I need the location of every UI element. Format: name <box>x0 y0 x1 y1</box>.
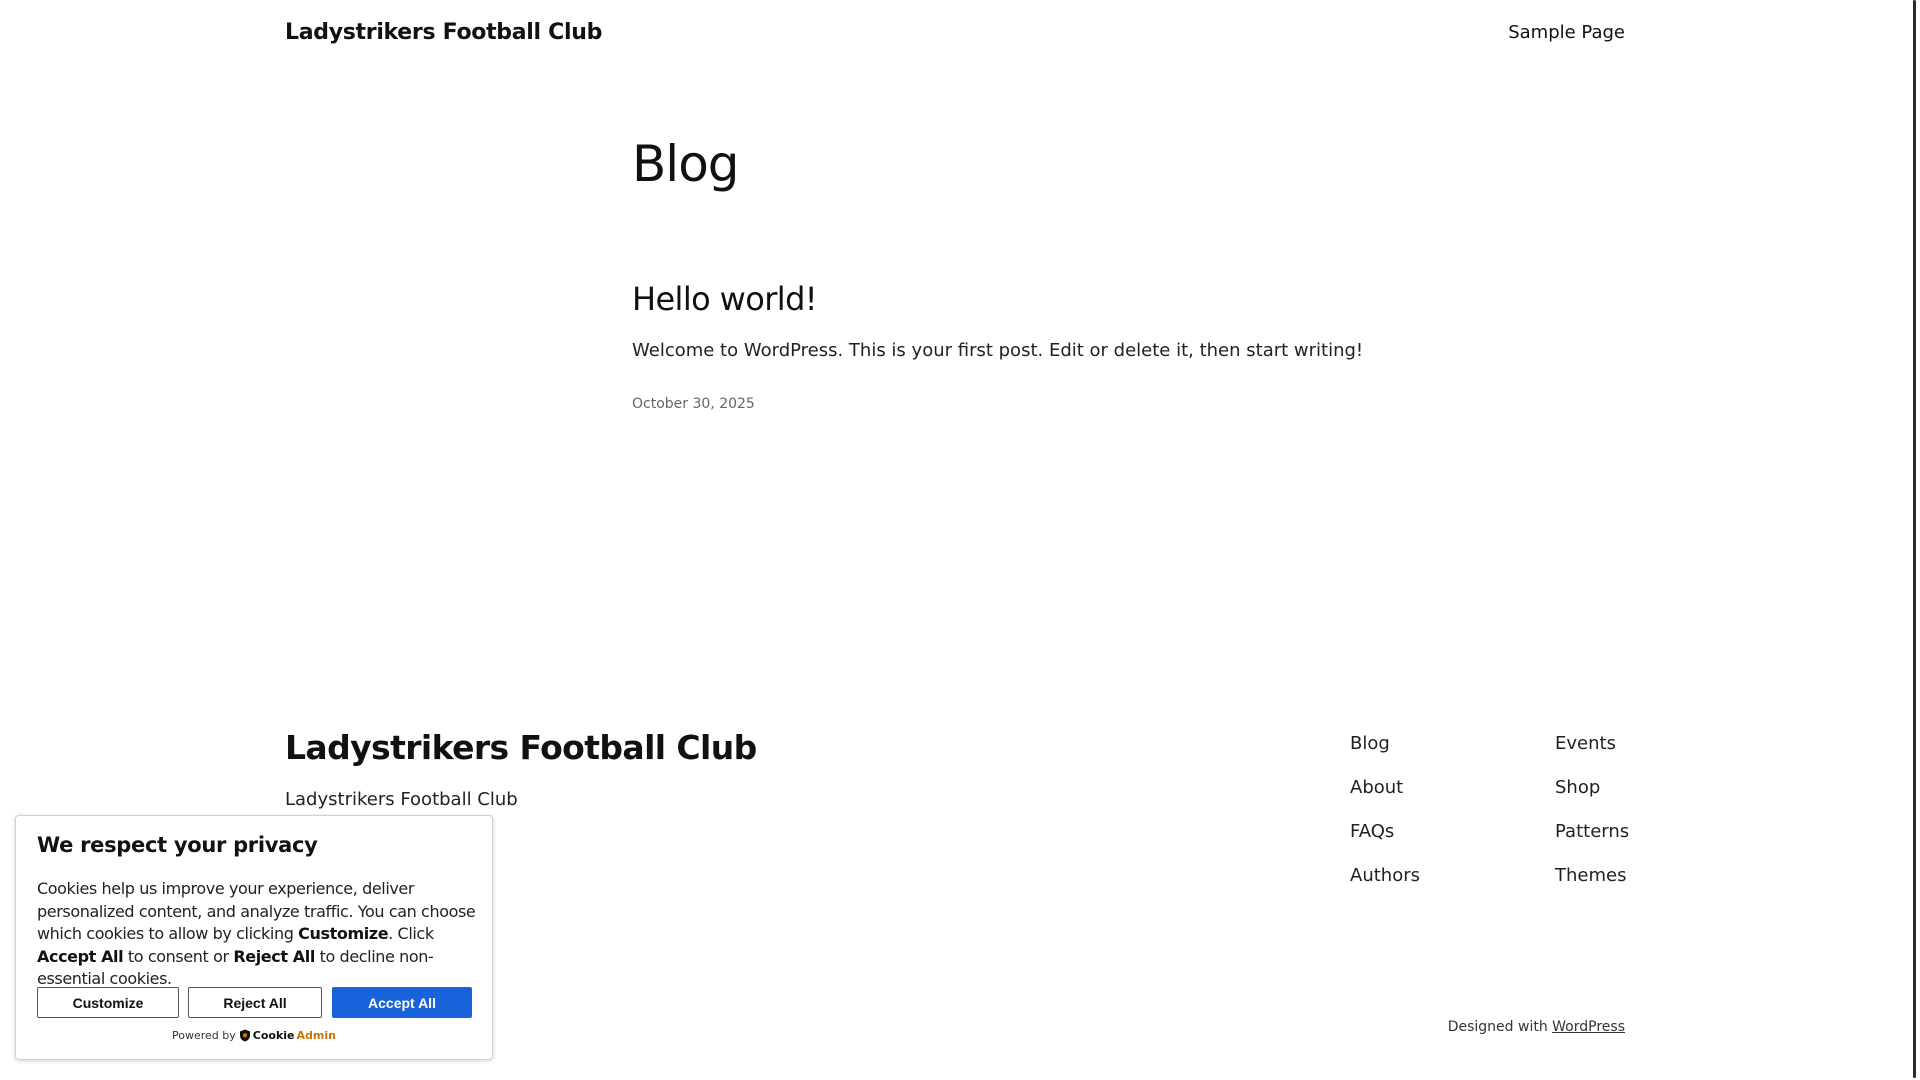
cookie-body-text-3: to consent or <box>123 946 234 966</box>
scrollbar-thumb[interactable] <box>1913 0 1916 1078</box>
footer-link-about[interactable]: About <box>1350 776 1420 820</box>
cookie-consent-banner: We respect your privacy Cookies help us … <box>15 815 493 1060</box>
footer-nav-column-1: Blog About FAQs Authors <box>1350 732 1420 908</box>
cookieadmin-brand-part-1: Cookie <box>252 1029 295 1042</box>
post-title-link[interactable]: Hello world! <box>632 280 818 318</box>
cookie-banner-title: We respect your privacy <box>37 833 318 857</box>
footer-link-faqs[interactable]: FAQs <box>1350 820 1420 864</box>
cookie-banner-description: Cookies help us improve your experience,… <box>37 878 482 991</box>
cookie-body-accept: Accept All <box>37 946 124 966</box>
powered-by-label: Powered by <box>172 1029 236 1042</box>
cookie-body-reject: Reject All <box>233 946 315 966</box>
wordpress-link[interactable]: WordPress <box>1552 1019 1625 1035</box>
footer-site-title-link[interactable]: Ladystrikers Football Club <box>285 728 757 767</box>
footer-link-blog[interactable]: Blog <box>1350 732 1420 776</box>
footer-link-authors[interactable]: Authors <box>1350 864 1420 908</box>
footer-credit-prefix: Designed with <box>1447 1019 1548 1035</box>
page: Ladystrikers Football Club Sample Page B… <box>0 0 1920 1080</box>
cookieadmin-logo: Cookie Admin <box>239 1029 336 1042</box>
cookie-body-customize: Customize <box>298 924 389 943</box>
footer-link-patterns[interactable]: Patterns <box>1555 820 1629 864</box>
site-title-link[interactable]: Ladystrikers Football Club <box>285 20 602 45</box>
footer-tagline: Ladystrikers Football Club <box>285 789 518 810</box>
page-title: Blog <box>632 135 740 193</box>
cookie-body-text-2: . Click <box>388 924 434 943</box>
reject-all-button[interactable]: Reject All <box>188 987 322 1018</box>
footer-credit: Designed with WordPress <box>1448 1019 1625 1035</box>
nav-item-sample-page[interactable]: Sample Page <box>1508 22 1625 43</box>
cookieadmin-shield-icon <box>239 1029 250 1042</box>
footer-link-shop[interactable]: Shop <box>1555 776 1629 820</box>
page-scrollbar[interactable] <box>1913 0 1920 1080</box>
footer-link-themes[interactable]: Themes <box>1555 864 1629 908</box>
post-excerpt: Welcome to WordPress. This is your first… <box>632 340 1364 361</box>
cookieadmin-brand-part-2: Admin <box>296 1029 336 1042</box>
post-date-link[interactable]: October 30, 2025 <box>632 396 755 412</box>
footer-nav-column-2: Events Shop Patterns Themes <box>1555 732 1629 908</box>
accept-all-button[interactable]: Accept All <box>332 987 472 1018</box>
powered-by-link[interactable]: Powered by Cookie Admin <box>16 1029 492 1042</box>
footer-link-events[interactable]: Events <box>1555 732 1629 776</box>
customize-button[interactable]: Customize <box>37 987 179 1018</box>
